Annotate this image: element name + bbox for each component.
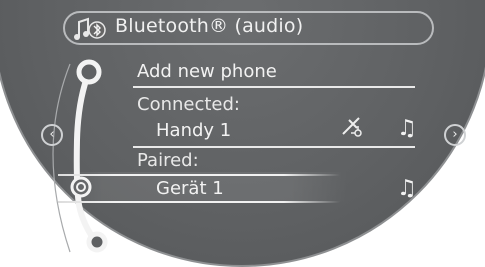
add-new-phone-item[interactable]: Add new phone [137,61,277,82]
chevron-right-icon[interactable]: › [444,124,466,146]
row-divider [133,146,415,148]
selection-bottom-line [58,201,340,203]
music-note-icon: ♫ [397,116,417,141]
device-geraet-1[interactable]: Gerät 1 [156,178,224,199]
selection-top-line [58,174,340,176]
row-divider [133,86,415,88]
section-paired: Paired: [137,150,199,171]
section-connected: Connected: [137,94,240,115]
phone-settings-icon [342,117,362,137]
music-note-icon: ♫ [397,176,417,201]
chevron-left-icon[interactable]: ‹ [41,124,63,146]
idrive-screen: Bluetooth® (audio) ‹ › Add new phone Con… [0,0,485,267]
device-handy-1[interactable]: Handy 1 [156,120,231,141]
